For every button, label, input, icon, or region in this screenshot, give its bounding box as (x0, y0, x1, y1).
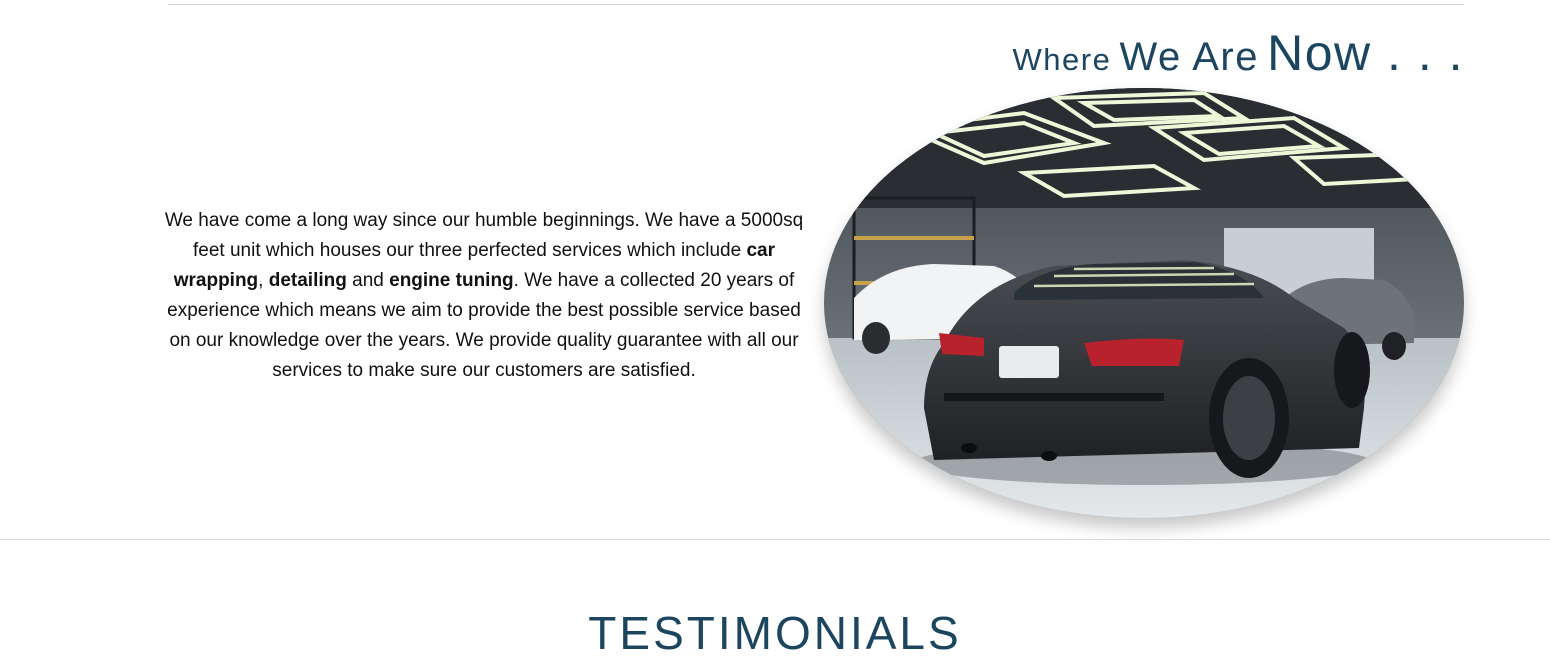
about-text-part1: We have come a long way since our humble… (164, 210, 804, 261)
heading-word-we-are: We Are (1119, 35, 1259, 79)
workshop-photo (824, 88, 1464, 518)
heading-word-where: Where (1012, 42, 1112, 77)
car-garage-image (824, 88, 1464, 518)
top-divider (168, 4, 1464, 5)
section-divider (0, 539, 1550, 540)
service-detailing: detailing (268, 270, 347, 291)
about-text-separator-1: , (258, 270, 269, 291)
heading-word-now: Now . . . (1267, 25, 1464, 81)
about-text-separator-2: and (346, 270, 390, 291)
about-heading: Where We Are Now . . . (1013, 24, 1464, 82)
about-paragraph: We have come a long way since our humble… (164, 206, 804, 386)
testimonials-heading: TESTIMONIALS (588, 607, 962, 659)
service-engine-tuning: engine tuning (389, 270, 514, 291)
